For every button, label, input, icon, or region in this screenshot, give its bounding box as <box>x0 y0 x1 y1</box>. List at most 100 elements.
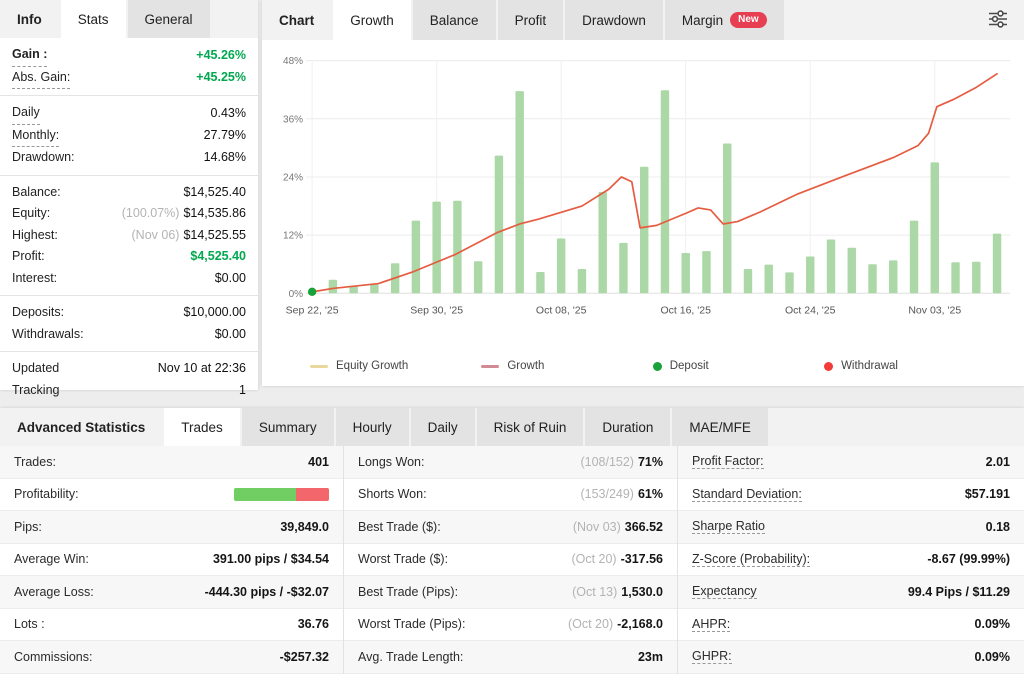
stat-value-main: 39,849.0 <box>280 520 329 534</box>
statistics-tab-mae-mfe[interactable]: MAE/MFE <box>672 408 768 446</box>
stat-value: (Nov 03)366.52 <box>573 520 663 534</box>
statistics-tab-advanced-statistics[interactable]: Advanced Statistics <box>0 408 162 446</box>
stat-label[interactable]: GHPR: <box>692 649 732 664</box>
stat-label: Updated <box>12 358 59 380</box>
stat-row-trades: Trades:401 <box>0 446 343 479</box>
stat-row-highest: Highest:(Nov 06)$14,525.55 <box>12 225 246 247</box>
grid-lines <box>306 61 1010 294</box>
chart-tab-balance[interactable]: Balance <box>413 0 496 40</box>
stat-label[interactable]: Expectancy <box>692 584 757 599</box>
svg-text:12%: 12% <box>283 231 303 242</box>
chart-tab-chart[interactable]: Chart <box>262 0 331 40</box>
stat-value: -$257.32 <box>280 650 329 664</box>
chart-settings-button[interactable] <box>972 0 1024 40</box>
statistics-tab-duration[interactable]: Duration <box>585 408 670 446</box>
stats-tab-stats[interactable]: Stats <box>61 0 126 38</box>
statistics-tab-daily[interactable]: Daily <box>411 408 475 446</box>
stat-value-main: 61% <box>638 487 663 501</box>
svg-text:Oct 08, '25: Oct 08, '25 <box>536 304 587 316</box>
stat-value-main: $14,525.40 <box>183 185 246 199</box>
tab-label: Risk of Ruin <box>494 420 567 435</box>
stat-value: $10,000.00 <box>183 302 246 324</box>
tab-label: Profit <box>515 13 547 28</box>
statistics-tab-hourly[interactable]: Hourly <box>336 408 409 446</box>
stats-panel-tabbar: Info Stats General <box>0 0 258 38</box>
legend-label: Deposit <box>670 360 709 372</box>
tab-label: Daily <box>428 420 458 435</box>
stat-label: Equity: <box>12 203 50 225</box>
stat-value-main: $10,000.00 <box>183 305 246 319</box>
svg-text:24%: 24% <box>283 172 303 183</box>
stat-label[interactable]: Daily <box>12 102 40 125</box>
tab-label: Duration <box>602 420 653 435</box>
tab-label: Growth <box>350 13 394 28</box>
stat-label: Balance: <box>12 182 61 204</box>
stat-value-muted: (Oct 13) <box>572 585 617 599</box>
stat-label[interactable]: Z-Score (Probability): <box>692 552 810 567</box>
stat-row-avg-trade-length: Avg. Trade Length:23m <box>344 641 677 674</box>
stat-label: Worst Trade ($): <box>358 552 448 566</box>
svg-text:Oct 16, '25: Oct 16, '25 <box>660 304 711 316</box>
stat-value: $57.191 <box>965 487 1010 501</box>
stat-value-main: $57.191 <box>965 487 1010 501</box>
stat-label[interactable]: Monthly: <box>12 125 59 148</box>
growth-chart[interactable]: 0%12%24%36%48%Sep 22, '25Sep 30, '25Oct … <box>262 40 1024 358</box>
tab-label: Info <box>17 12 42 27</box>
stat-value-main: $0.00 <box>215 327 246 341</box>
stat-label[interactable]: AHPR: <box>692 617 730 632</box>
stat-value-main: +45.26% <box>196 48 246 62</box>
chart-tab-drawdown[interactable]: Drawdown <box>565 0 663 40</box>
stat-value-main: +45.25% <box>196 70 246 84</box>
stat-row-pips: Pips:39,849.0 <box>0 511 343 544</box>
chart-tab-margin[interactable]: MarginNew <box>665 0 784 40</box>
stat-value-main: 0.43% <box>211 106 246 120</box>
stat-value-main: $14,525.55 <box>183 228 246 242</box>
stat-label: Tracking <box>12 380 59 402</box>
stat-value-muted: (100.07%) <box>122 206 180 220</box>
stat-label[interactable]: Gain : <box>12 44 47 67</box>
stat-value-muted: (Nov 06) <box>132 228 180 242</box>
stat-label[interactable]: Profit Factor: <box>692 454 764 469</box>
statistics-tab-trades[interactable]: Trades <box>164 408 240 446</box>
statistics-tab-summary[interactable]: Summary <box>242 408 334 446</box>
stat-value: 2.01 <box>986 455 1010 469</box>
stats-tab-info[interactable]: Info <box>0 0 59 38</box>
stat-label: Worst Trade (Pips): <box>358 617 465 631</box>
stat-label: Withdrawals: <box>12 324 84 346</box>
stat-value: 36.76 <box>298 617 329 631</box>
stat-value-main: 0.09% <box>975 617 1010 631</box>
stat-row-best-trade: Best Trade ($):(Nov 03)366.52 <box>344 511 677 544</box>
stat-value: -444.30 pips / -$32.07 <box>205 585 329 599</box>
stat-value-main: 27.79% <box>204 128 246 142</box>
profitability-win-segment <box>234 488 296 501</box>
stat-value: (153/249)61% <box>580 487 663 501</box>
stat-value: 23m <box>638 650 663 664</box>
stat-value: $14,525.40 <box>183 182 246 204</box>
stat-row-drawdown: Drawdown:14.68% <box>12 147 246 169</box>
stat-value-main: $0.00 <box>215 271 246 285</box>
statistics-tab-risk-of-ruin[interactable]: Risk of Ruin <box>477 408 584 446</box>
tab-label: Summary <box>259 420 317 435</box>
stat-value-muted: (Oct 20) <box>571 552 616 566</box>
stats-tab-general[interactable]: General <box>128 0 210 38</box>
stat-label[interactable]: Abs. Gain: <box>12 67 70 90</box>
stat-group: Deposits: $10,000.00 Withdrawals: $0.00 <box>0 296 258 352</box>
stat-row-z-score-probability: Z-Score (Probability): -8.67 (99.99%) <box>678 544 1024 577</box>
stat-label: Deposits: <box>12 302 64 324</box>
stat-value-main: -444.30 pips / -$32.07 <box>205 585 329 599</box>
stat-value: (Oct 13)1,530.0 <box>572 585 663 599</box>
y-axis-labels: 0%12%24%36%48% <box>283 56 303 300</box>
stat-label[interactable]: Sharpe Ratio <box>692 519 765 534</box>
tab-label: Stats <box>78 12 109 27</box>
chart-tab-profit[interactable]: Profit <box>498 0 564 40</box>
tab-label: Trades <box>181 420 223 435</box>
stat-value-main: -8.67 (99.99%) <box>927 552 1010 566</box>
stat-row-abs-gain: Abs. Gain: +45.25% <box>12 67 246 90</box>
stat-value-main: $4,525.40 <box>190 249 246 263</box>
stat-label[interactable]: Standard Deviation: <box>692 487 802 502</box>
profitability-bar <box>234 488 329 501</box>
chart-tab-growth[interactable]: Growth <box>333 0 411 40</box>
legend-label: Growth <box>507 360 544 372</box>
legend-equity-growth: Equity Growth <box>310 360 481 372</box>
stat-row-shorts-won: Shorts Won:(153/249)61% <box>344 479 677 512</box>
